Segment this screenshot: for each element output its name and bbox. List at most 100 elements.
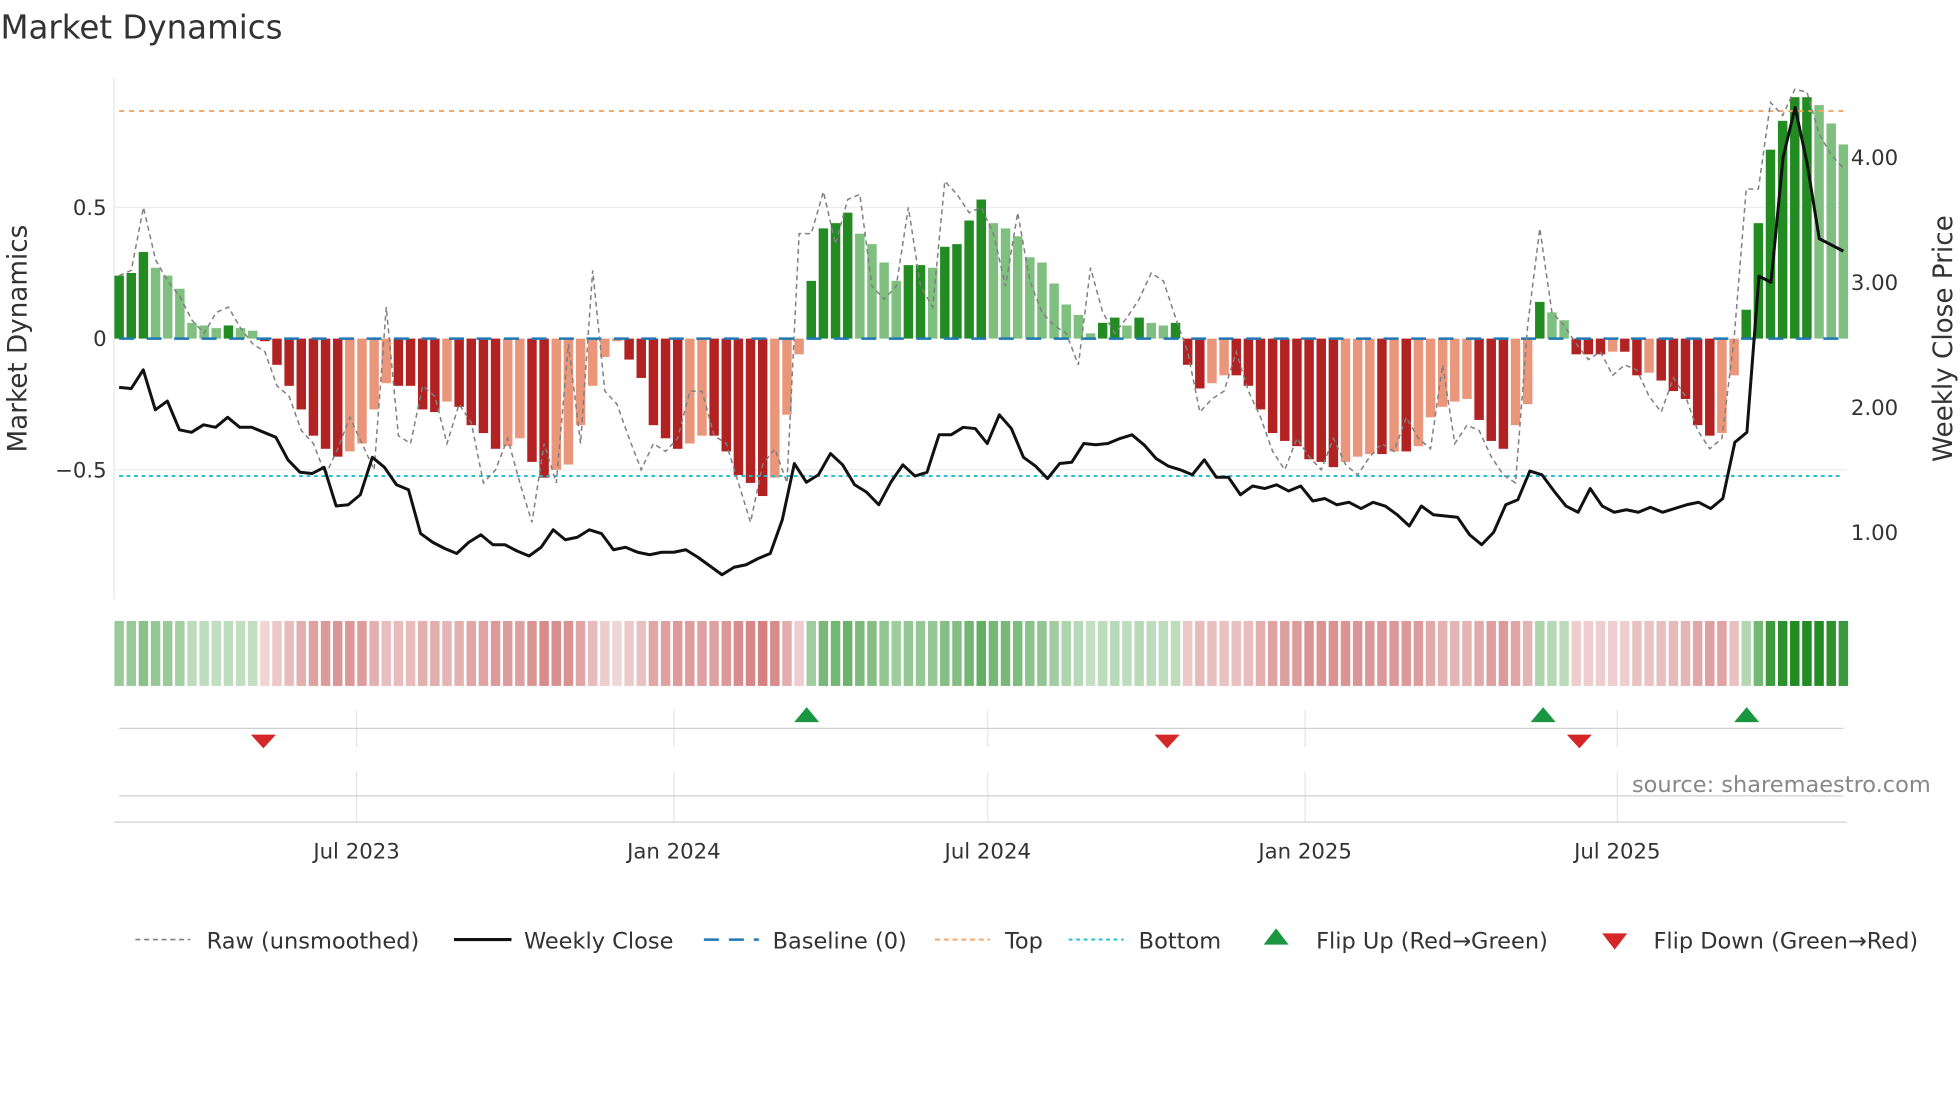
strip-cell <box>867 620 877 686</box>
y-axis-title: Market Dynamics <box>4 225 34 453</box>
legend-top-label: Top <box>1004 928 1043 954</box>
dynamics-bar <box>1692 338 1703 426</box>
dynamics-bar <box>478 338 489 434</box>
flip-down-marker <box>250 734 276 749</box>
y-tick-label: 0.5 <box>73 196 107 221</box>
strip-cell <box>211 620 222 686</box>
strip-cell <box>1182 620 1193 686</box>
strip-cell <box>794 620 804 686</box>
source-label: source: sharemaestro.com <box>1632 772 1931 798</box>
dynamics-bar <box>308 338 319 436</box>
dynamics-bar <box>806 280 816 339</box>
dynamics-bar <box>1146 322 1156 339</box>
dynamics-bar <box>903 265 914 339</box>
strip-cell <box>964 620 974 686</box>
dynamics-bar <box>1413 338 1424 447</box>
legend-close-label: Weekly Close <box>524 928 673 954</box>
strip-cell <box>1705 620 1715 686</box>
dynamics-bar <box>1328 338 1339 468</box>
dynamics-bar <box>1097 322 1108 339</box>
strip-cell <box>1243 620 1254 686</box>
dynamics-bar <box>114 275 124 339</box>
strip-cell <box>1474 620 1484 686</box>
dynamics-bar <box>1401 338 1411 452</box>
dynamics-bar <box>539 338 549 478</box>
dynamics-bar <box>1498 338 1509 449</box>
strip-cell <box>1267 620 1278 686</box>
x-tick-label: Jul 2024 <box>943 839 1031 864</box>
strip-cell <box>1231 620 1241 686</box>
dynamics-bar <box>345 338 355 452</box>
strip-cell <box>672 620 683 686</box>
dynamics-bar <box>964 220 974 339</box>
strip-cell <box>369 620 379 686</box>
strip-cell <box>1559 620 1569 686</box>
dynamics-bar <box>1304 338 1314 460</box>
strip-cell <box>357 620 367 686</box>
strip-cell <box>952 620 962 686</box>
strip-cell <box>1717 620 1727 686</box>
dynamics-bar <box>1437 338 1448 407</box>
dynamics-bar <box>770 338 780 478</box>
strip-cell <box>915 620 926 686</box>
dynamics-bar <box>272 338 282 365</box>
dynamics-bar <box>1255 338 1266 410</box>
dynamics-bar <box>915 265 926 339</box>
y2-tick-label: 4.00 <box>1851 146 1898 171</box>
dynamics-bar <box>223 325 234 339</box>
dynamics-bar <box>1705 338 1715 436</box>
dynamics-bar <box>648 338 659 426</box>
strip-cell <box>1122 620 1132 686</box>
dynamics-bar <box>1450 338 1460 402</box>
strip-cell <box>903 620 914 686</box>
strip-cell <box>1352 620 1363 686</box>
strip-cell <box>1292 620 1302 686</box>
strip-cell <box>697 620 707 686</box>
dynamics-bar <box>150 267 161 339</box>
flip-up-marker <box>794 707 820 723</box>
strip-cell <box>1207 620 1217 686</box>
strip-cell <box>1838 620 1849 686</box>
strip-cell <box>721 620 731 686</box>
dynamics-bar <box>1802 97 1812 339</box>
dynamics-bar <box>247 330 258 339</box>
dynamics-bar <box>1182 338 1193 365</box>
legend: Raw (unsmoothed) Weekly Close Baseline (… <box>135 928 1918 954</box>
strip-cell <box>454 620 464 686</box>
dynamics-bar <box>879 262 889 339</box>
strip-cell <box>527 620 537 686</box>
dynamics-bar <box>575 338 586 426</box>
dynamics-bar <box>1195 338 1205 389</box>
strip-cell <box>1219 620 1229 686</box>
strip-cell <box>855 620 865 686</box>
strip-cell <box>260 620 270 686</box>
dynamics-bar <box>1790 97 1800 339</box>
strip-cell <box>1753 620 1764 686</box>
dynamics-bar <box>855 233 865 339</box>
dynamics-bar <box>1571 338 1581 355</box>
dynamics-bar <box>284 338 294 386</box>
strip-cell <box>818 620 829 686</box>
dynamics-bar <box>976 199 986 339</box>
strip-cell <box>988 620 999 686</box>
strip-cell <box>636 620 646 686</box>
strip-cell <box>806 620 816 686</box>
strip-cell <box>891 620 901 686</box>
dynamics-bar <box>405 338 416 386</box>
dynamics-bar <box>1280 338 1290 441</box>
dynamics-bar <box>1352 338 1363 457</box>
dynamics-bar <box>587 338 598 386</box>
strip-cell <box>1620 620 1630 686</box>
strip-cell <box>381 620 392 686</box>
strip-cell <box>247 620 258 686</box>
dynamics-bar <box>1668 338 1679 392</box>
dynamics-bar <box>1049 283 1059 339</box>
strip-cell <box>1061 620 1071 686</box>
dynamics-bar <box>1292 338 1302 447</box>
flip-up-marker <box>1530 707 1556 723</box>
dynamics-bar <box>1122 325 1132 339</box>
strip-cell <box>745 620 756 686</box>
strip-cell <box>345 620 355 686</box>
strip-cell <box>235 620 246 686</box>
strip-cell <box>1498 620 1509 686</box>
